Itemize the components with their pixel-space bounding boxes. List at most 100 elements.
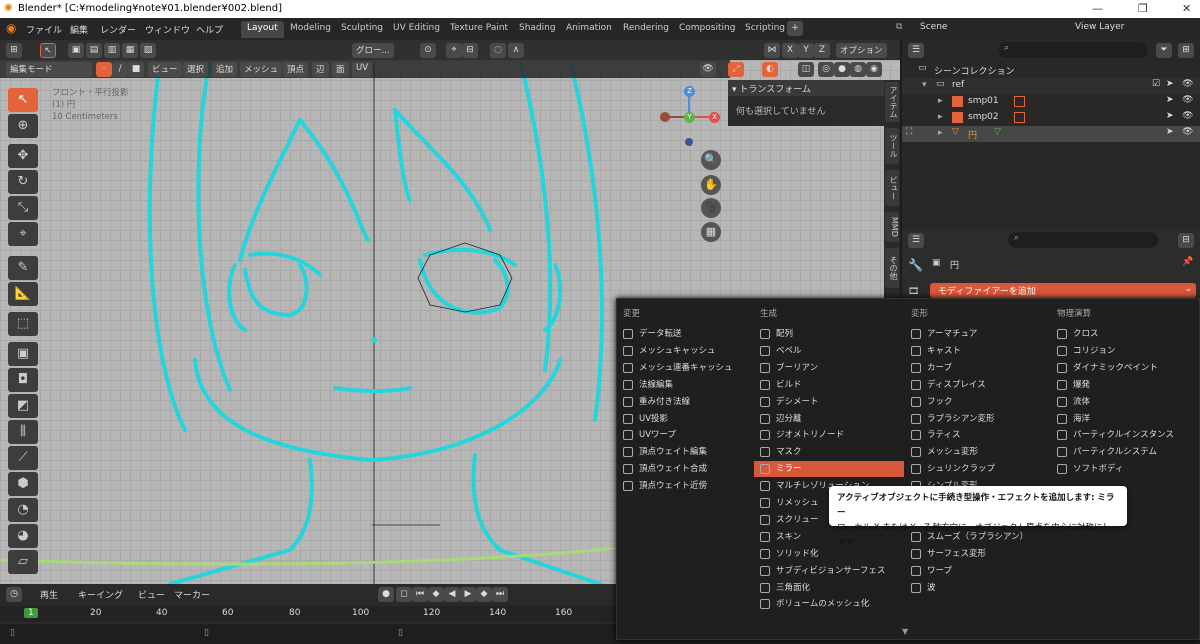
menu-vertex[interactable]: 頂点 — [283, 62, 309, 77]
modifier-item[interactable]: ラティス — [905, 427, 1055, 443]
modifier-item[interactable]: 波 — [905, 580, 1055, 596]
select-arrow-icon[interactable]: ➤ — [1166, 95, 1174, 105]
tab-shading[interactable]: Shading — [513, 21, 562, 38]
axis-x-toggle[interactable]: X — [782, 43, 798, 58]
modifier-item[interactable]: サブディビジョンサーフェス — [754, 563, 904, 579]
modifier-item[interactable]: 三角面化 — [754, 580, 904, 596]
tab-tool[interactable]: ツール — [885, 128, 899, 164]
modifier-item[interactable]: カーブ — [905, 360, 1055, 376]
menu-mesh[interactable]: メッシュ — [240, 62, 283, 77]
face-select-icon[interactable]: ■ — [128, 62, 144, 77]
record-icon[interactable]: ● — [378, 587, 394, 602]
pin-object-icon[interactable]: 📌 — [1182, 257, 1193, 267]
scene-name[interactable]: Scene — [920, 22, 947, 32]
outliner-row-scene-collection[interactable]: ▭ シーンコレクション — [902, 62, 1200, 78]
extrude-tool-icon[interactable]: ▣ — [8, 342, 38, 366]
edit-mode-icon[interactable]: ⛶ — [906, 127, 912, 137]
outliner-editor-icon[interactable]: ☰ — [908, 43, 924, 58]
rotate-tool-icon[interactable]: ↻ — [8, 170, 38, 194]
modifier-item[interactable]: ベベル — [754, 343, 904, 359]
menu-window[interactable]: ウィンドウ — [145, 23, 190, 36]
tab-layout[interactable]: Layout — [241, 21, 284, 38]
select-arrow-icon[interactable]: ➤ — [1166, 127, 1174, 137]
add-cube-tool-icon[interactable]: ⬚ — [8, 312, 38, 336]
tab-rendering[interactable]: Rendering — [617, 21, 675, 38]
new-collection-icon[interactable]: ⊞ — [1178, 43, 1194, 58]
tab-compositing[interactable]: Compositing — [673, 21, 741, 38]
menu-view[interactable]: ビュー — [148, 62, 182, 77]
auto-key-icon[interactable]: ◻ — [396, 587, 412, 602]
cursor-tool-icon[interactable]: ⊕ — [8, 114, 38, 138]
select-arrow-icon[interactable]: ➤ — [1166, 111, 1174, 121]
zoom-icon[interactable]: 🔍 — [701, 150, 721, 170]
modifier-item[interactable]: 辺分離 — [754, 411, 904, 427]
jump-start-icon[interactable]: ⏮ — [412, 587, 428, 602]
minimize-icon[interactable]: — — [1092, 2, 1103, 15]
mode-select[interactable]: 編集モード — [6, 62, 92, 77]
eye-icon[interactable]: 👁 — [1182, 111, 1193, 121]
tab-uv-editing[interactable]: UV Editing — [387, 21, 446, 38]
poly-build-tool-icon[interactable]: ⬢ — [8, 472, 38, 496]
vertex-select-icon[interactable]: · — [96, 62, 112, 77]
properties-editor-icon[interactable]: ☰ — [908, 233, 924, 248]
modifier-item[interactable]: キャスト — [905, 343, 1055, 359]
gizmo-x[interactable]: X — [709, 112, 720, 123]
menu-file[interactable]: ファイル — [26, 23, 62, 36]
edge-select-icon[interactable]: ∕ — [112, 62, 128, 77]
modifier-item[interactable]: ディスプレイス — [905, 377, 1055, 393]
gizmo-y[interactable]: Y — [684, 112, 695, 123]
modifier-item[interactable]: 法線編集 — [617, 377, 767, 393]
eye-icon[interactable]: 👁 — [1182, 95, 1193, 105]
shear-tool-icon[interactable]: ▱ — [8, 550, 38, 574]
maximize-icon[interactable]: ❐ — [1138, 2, 1148, 15]
tab-mmd[interactable]: MMD — [885, 212, 899, 242]
tab-animation[interactable]: Animation — [560, 21, 618, 38]
next-key-icon[interactable]: ◆ — [476, 587, 492, 602]
navigation-gizmo[interactable]: Z Y X — [660, 85, 722, 147]
modifier-item[interactable]: ダイナミックペイント — [1051, 360, 1200, 376]
render-props-icon[interactable]: 🎞 — [908, 287, 919, 297]
modifier-item[interactable]: クロス — [1051, 326, 1200, 342]
modifier-item[interactable]: パーティクルインスタンス — [1051, 427, 1200, 443]
select-box-tool-icon[interactable]: ↖ — [8, 88, 38, 112]
outliner-row-circle[interactable]: ⛶ ▸ ▽ 円 ▽ ➤ 👁 — [902, 126, 1200, 142]
visibility-icon[interactable]: 👁 — [700, 62, 716, 77]
pivot-point-icon[interactable]: ⊙ — [420, 43, 436, 58]
menu-render[interactable]: レンダー — [100, 23, 136, 36]
expand-arrow-icon[interactable]: ▸ — [938, 112, 943, 122]
expand-arrow-icon[interactable]: ▾ — [922, 80, 927, 90]
select-subtract-icon[interactable]: ▥ — [104, 43, 120, 58]
xray-icon[interactable]: ◫ — [798, 62, 814, 77]
camera-icon[interactable]: 🎥 — [701, 198, 721, 218]
play-icon[interactable]: ▶ — [460, 587, 476, 602]
modifier-item[interactable]: 海洋 — [1051, 411, 1200, 427]
modifier-item[interactable]: ボリュームのメッシュ化 — [754, 596, 904, 612]
expand-arrow-icon[interactable]: ▸ — [938, 96, 943, 106]
modifier-item[interactable]: デシメート — [754, 394, 904, 410]
jump-end-icon[interactable]: ⏭ — [492, 587, 508, 602]
modifier-item[interactable]: マスク — [754, 444, 904, 460]
frame-ruler[interactable]: 1 20 40 60 80 100 120 140 160 — [0, 606, 616, 622]
spin-tool-icon[interactable]: ◔ — [8, 498, 38, 522]
outliner-row-smp01[interactable]: ▸ smp01 ➤ 👁 — [902, 94, 1200, 110]
tab-modeling[interactable]: Modeling — [284, 21, 337, 38]
annotate-tool-icon[interactable]: ✎ — [8, 256, 38, 280]
select-box-icon[interactable]: ▣ — [68, 43, 84, 58]
mirror-axis-icon[interactable]: ⋈ — [764, 43, 780, 58]
tab-other[interactable]: その他 — [885, 248, 899, 288]
tab-texture-paint[interactable]: Texture Paint — [444, 21, 514, 38]
scroll-down-icon[interactable]: ▼ — [902, 627, 908, 636]
move-tool-icon[interactable]: ✥ — [8, 144, 38, 168]
menu-edit[interactable]: 編集 — [70, 23, 88, 36]
blender-menu-icon[interactable]: ◉ — [6, 21, 16, 35]
modifier-item[interactable]: アーマチュア — [905, 326, 1055, 342]
transform-tool-icon[interactable]: ⌖ — [8, 222, 38, 246]
smooth-tool-icon[interactable]: ◕ — [8, 524, 38, 548]
eye-icon[interactable]: 👁 — [1182, 127, 1193, 137]
prev-key-icon[interactable]: ◆ — [428, 587, 444, 602]
shading-wire-icon[interactable]: ◎ — [818, 62, 834, 77]
modifier-item[interactable]: UVワープ — [617, 427, 767, 443]
overlay-toggle-icon[interactable]: ◐ — [762, 62, 778, 77]
tab-view[interactable]: ビュー — [885, 170, 899, 206]
pin-icon[interactable]: ⊟ — [1178, 233, 1194, 248]
